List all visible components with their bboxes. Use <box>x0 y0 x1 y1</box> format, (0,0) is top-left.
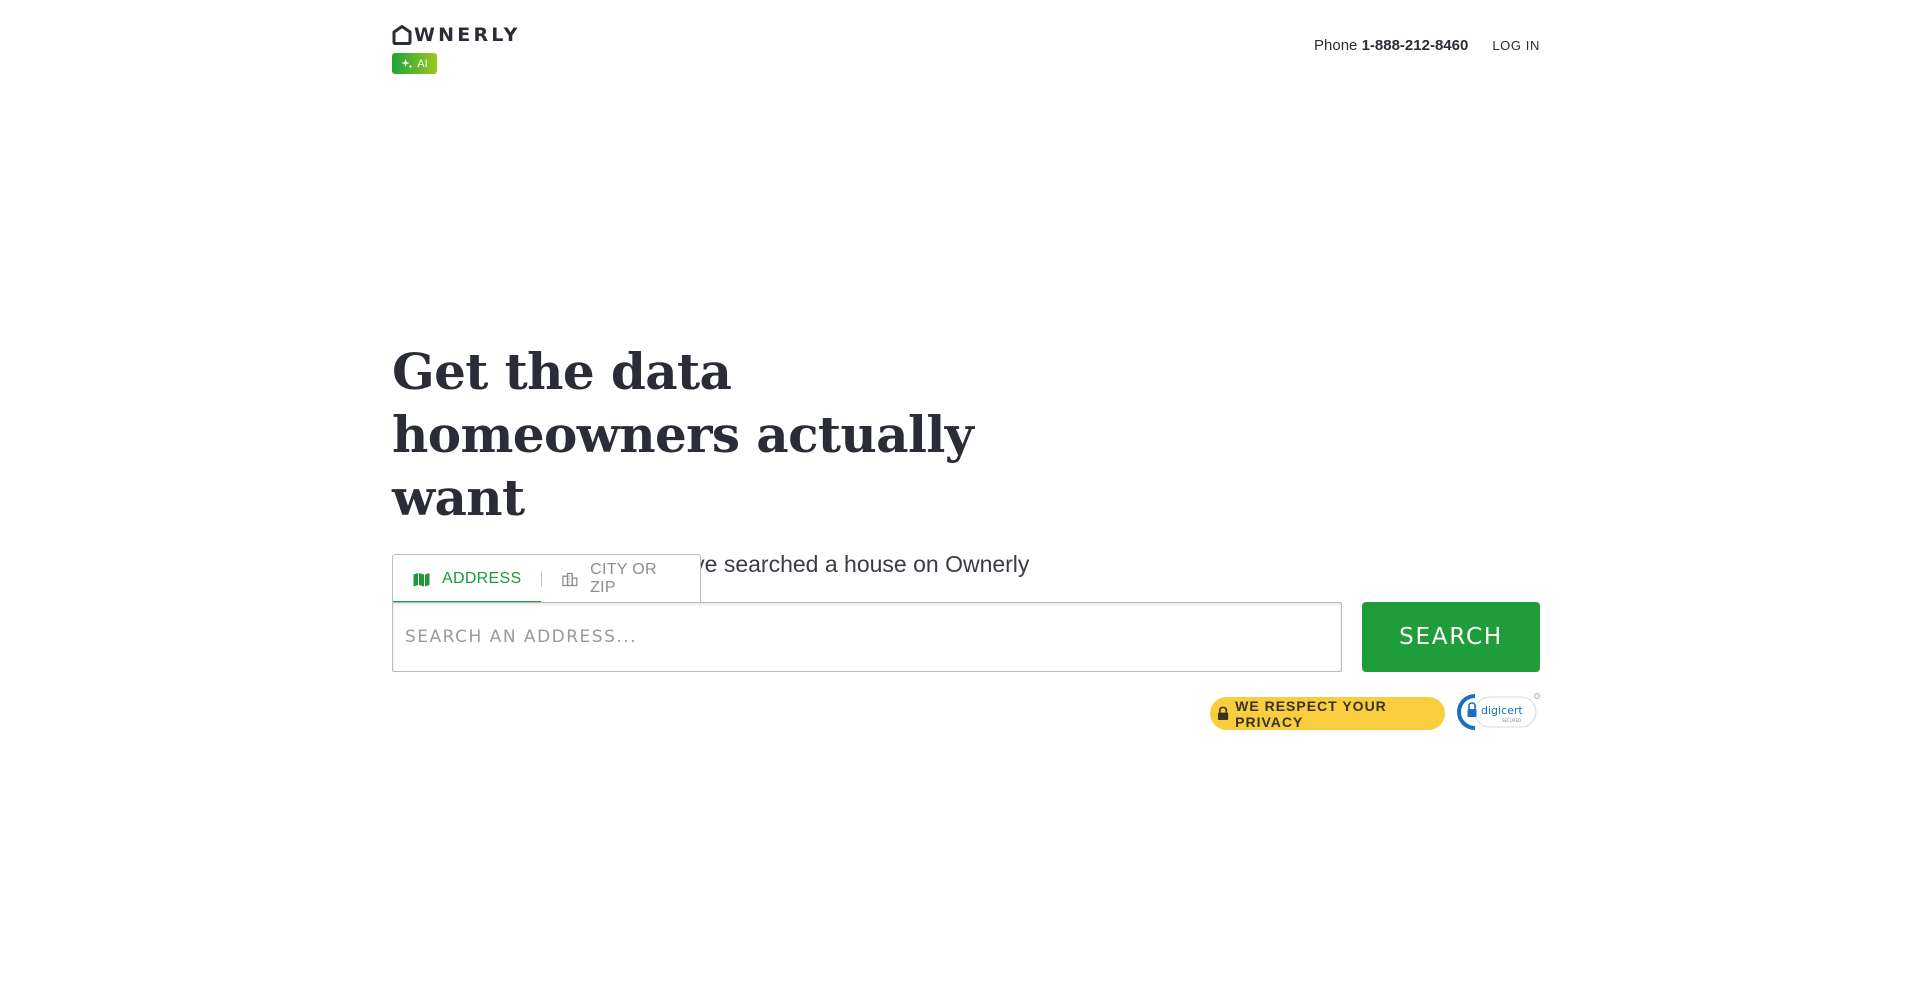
digicert-seal[interactable]: digicert SECURED <box>1455 692 1540 732</box>
login-link[interactable]: LOG IN <box>1492 38 1540 53</box>
hero-section: Get the data homeowners actually want Jo… <box>392 340 1540 578</box>
hero-headline: Get the data homeowners actually want <box>392 342 974 527</box>
privacy-badge[interactable]: WE RESPECT YOUR PRIVACY <box>1210 697 1445 730</box>
phone-link[interactable]: Phone 1-888-212-8460 <box>1314 37 1468 54</box>
house-logo-icon <box>392 25 412 45</box>
search-type-tabs: ADDRESS CITY OR ZIP <box>392 554 701 603</box>
page: WNERLY AI Phone 1-888-212-8460 LOG IN Ge… <box>0 0 1920 993</box>
privacy-badge-label: WE RESPECT YOUR PRIVACY <box>1235 697 1387 730</box>
map-icon <box>413 572 430 586</box>
tab-city-label: CITY OR ZIP <box>590 561 657 596</box>
digicert-text: digicert <box>1481 704 1523 717</box>
digicert-subtext: SECURED <box>1502 718 1521 723</box>
tab-address[interactable]: ADDRESS <box>393 555 542 603</box>
sparkle-icon <box>401 58 413 68</box>
ai-badge: AI <box>392 53 437 74</box>
site-header: WNERLY AI Phone 1-888-212-8460 LOG IN <box>392 22 1540 82</box>
phone-label: Phone <box>1314 37 1358 54</box>
search-button[interactable]: SEARCH <box>1362 602 1540 672</box>
tab-city-or-zip[interactable]: CITY OR ZIP <box>542 555 700 603</box>
lock-icon <box>1217 706 1229 721</box>
header-nav: Phone 1-888-212-8460 LOG IN <box>1314 37 1540 54</box>
logo-text: WNERLY <box>414 24 521 46</box>
phone-number: 1-888-212-8460 <box>1361 37 1469 54</box>
city-icon <box>562 572 578 586</box>
address-search-input[interactable] <box>392 602 1342 672</box>
ownerly-logo[interactable]: WNERLY <box>392 22 521 48</box>
ai-badge-label: AI <box>417 57 428 70</box>
tab-address-label: ADDRESS <box>442 570 522 587</box>
digicert-seal-icon: digicert SECURED <box>1457 693 1540 730</box>
